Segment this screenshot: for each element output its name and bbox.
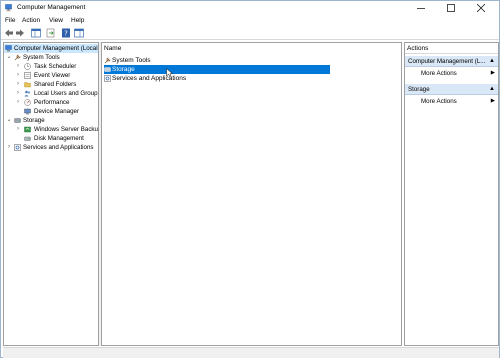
tree-label: Computer Management (Local — [14, 45, 98, 52]
svg-text:?: ? — [64, 30, 68, 38]
chevron-right-icon[interactable]: › — [15, 98, 21, 107]
tree-item-device-manager[interactable]: Device Manager — [4, 107, 98, 116]
services-icon — [104, 75, 111, 82]
maximize-button[interactable] — [437, 1, 465, 15]
chevron-right-icon[interactable]: › — [15, 62, 21, 71]
window: Computer Management File Action View Hel… — [0, 0, 500, 358]
tree-item-performance[interactable]: › Performance — [4, 98, 98, 107]
column-header-name[interactable]: Name — [104, 45, 121, 52]
mouse-cursor-icon — [166, 68, 174, 78]
list-item-label: System Tools — [112, 57, 151, 64]
backup-icon — [24, 126, 31, 133]
status-bar — [3, 347, 499, 358]
chevron-down-icon[interactable]: ⌄ — [6, 116, 12, 125]
chevron-right-icon[interactable]: › — [15, 89, 21, 98]
window-title: Computer Management — [17, 4, 86, 11]
chevron-right-icon[interactable]: › — [15, 80, 21, 89]
submenu-arrow-icon: ▶ — [490, 98, 495, 104]
more-actions-link[interactable]: More Actions — [421, 97, 457, 106]
action-section-label: Computer Management (L... — [408, 58, 486, 65]
chevron-down-icon[interactable]: ⌄ — [6, 53, 12, 62]
back-arrow-icon[interactable] — [4, 28, 14, 38]
export-list-icon[interactable] — [46, 28, 56, 38]
close-icon — [477, 4, 485, 12]
tree-label: Windows Server Backup — [34, 126, 99, 133]
chevron-right-icon[interactable]: › — [15, 125, 21, 134]
shared-folder-icon — [24, 82, 31, 88]
menu-help[interactable]: Help — [71, 17, 84, 24]
submenu-arrow-icon: ▶ — [490, 70, 495, 76]
more-actions-link[interactable]: More Actions — [421, 69, 457, 78]
chevron-right-icon[interactable]: › — [6, 143, 12, 152]
clock-icon — [24, 63, 31, 70]
list-item[interactable]: Storage — [104, 65, 330, 74]
tree-item-task-scheduler[interactable]: › Task Scheduler — [4, 62, 98, 71]
help-icon[interactable]: ? — [61, 28, 71, 38]
storage-icon — [104, 67, 111, 72]
computer-icon — [5, 45, 12, 52]
tree-item-shared-folders[interactable]: › Shared Folders — [4, 80, 98, 89]
tree-item-local-users[interactable]: › Local Users and Groups — [4, 89, 99, 98]
tree-item-event-viewer[interactable]: › Event Viewer — [4, 71, 98, 80]
device-manager-icon — [24, 108, 31, 115]
close-button[interactable] — [467, 1, 495, 15]
tree-label: Device Manager — [34, 108, 80, 115]
action-section-computer-management[interactable]: Computer Management (L... ▲ — [405, 56, 498, 67]
services-icon — [14, 144, 21, 151]
results-pane: Name System Tools Storage Services and A… — [101, 42, 402, 346]
tree-item-windows-server-backup[interactable]: › Windows Server Backup — [4, 125, 99, 134]
title-bar: Computer Management — [1, 1, 499, 15]
list-item-label: Services and Applications — [112, 75, 187, 82]
forward-arrow-icon[interactable] — [15, 28, 25, 38]
chevron-right-icon[interactable]: › — [15, 71, 21, 80]
system-tools-icon — [14, 54, 21, 61]
minimize-icon — [417, 8, 425, 9]
list-item-label: Storage — [112, 66, 135, 73]
menu-action[interactable]: Action — [22, 17, 40, 24]
tree-label: Local Users and Groups — [34, 90, 99, 97]
tree-label: Services and Applications — [23, 144, 94, 151]
system-tools-icon — [104, 57, 111, 64]
action-section-label: Storage — [408, 86, 430, 93]
tree-item-disk-management[interactable]: Disk Management — [4, 134, 98, 143]
menu-view[interactable]: View — [49, 17, 63, 24]
event-viewer-icon — [24, 72, 31, 79]
console-tree: Computer Management (Local ⌄ System Tool… — [3, 42, 99, 346]
tree-label: Storage — [23, 117, 45, 124]
tree-label: Event Viewer — [34, 72, 71, 79]
actions-header: Actions — [405, 43, 498, 54]
minimize-button[interactable] — [407, 1, 435, 15]
tree-item-system-tools[interactable]: ⌄ System Tools — [4, 53, 98, 62]
actions-pane: Actions Computer Management (L... ▲ More… — [404, 42, 499, 346]
list-item[interactable]: Services and Applications — [104, 74, 330, 83]
performance-icon — [24, 99, 31, 106]
tree-item-storage[interactable]: ⌄ Storage — [4, 116, 98, 125]
tree-item-root[interactable]: Computer Management (Local — [4, 44, 98, 53]
computer-management-icon — [5, 4, 12, 12]
tree-label: System Tools — [23, 54, 60, 61]
users-icon — [24, 90, 31, 97]
tree-label: Shared Folders — [34, 81, 77, 88]
toolbar: ? — [1, 26, 499, 40]
tree-item-services-applications[interactable]: › Services and Applications — [4, 143, 98, 152]
show-hide-action-pane-icon[interactable] — [74, 28, 84, 38]
tree-label: Disk Management — [34, 135, 84, 142]
collapse-arrow-icon: ▲ — [489, 58, 495, 64]
storage-icon — [14, 118, 21, 123]
menu-file[interactable]: File — [5, 17, 15, 24]
menu-bar: File Action View Help — [1, 15, 499, 26]
tree-label: Performance — [34, 99, 70, 106]
list-item[interactable]: System Tools — [104, 56, 330, 65]
maximize-icon — [447, 4, 455, 12]
disk-icon — [24, 136, 31, 141]
collapse-arrow-icon: ▲ — [489, 86, 495, 92]
show-hide-console-tree-icon[interactable] — [31, 28, 41, 38]
tree-label: Task Scheduler — [34, 63, 77, 70]
action-section-storage[interactable]: Storage ▲ — [405, 84, 498, 95]
